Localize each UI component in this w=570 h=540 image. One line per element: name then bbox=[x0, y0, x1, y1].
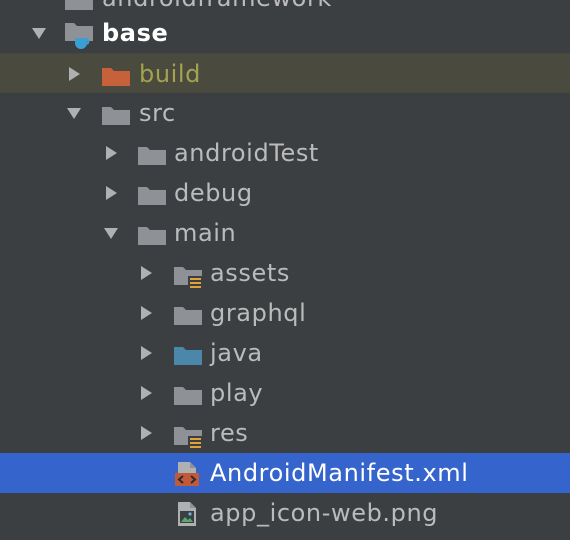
tree-label: src bbox=[139, 99, 176, 127]
tree-row-base[interactable]: base bbox=[0, 13, 570, 53]
chevron-right-icon[interactable] bbox=[103, 185, 119, 201]
tree-label: play bbox=[210, 379, 264, 407]
folder-icon bbox=[138, 187, 166, 205]
tree-row-src[interactable]: src bbox=[0, 93, 570, 133]
tree-label: base bbox=[102, 19, 169, 47]
tree-row-app-icon[interactable]: app_icon-web.png bbox=[0, 493, 570, 533]
tree-label: build bbox=[139, 60, 202, 88]
project-tree: androidframework base build src bbox=[0, 0, 570, 540]
chevron-right-icon[interactable] bbox=[138, 425, 154, 441]
folder-icon bbox=[65, 0, 93, 10]
tree-row-androidmanifest[interactable]: AndroidManifest.xml bbox=[0, 453, 570, 493]
tree-label: app_icon-web.png bbox=[210, 499, 439, 527]
chevron-right-icon[interactable] bbox=[66, 66, 82, 82]
resource-folder-icon bbox=[174, 267, 202, 290]
tree-row-java[interactable]: java bbox=[0, 333, 570, 373]
tree-row-androidtest[interactable]: androidTest bbox=[0, 133, 570, 173]
tree-label: androidTest bbox=[174, 139, 319, 167]
folder-icon bbox=[174, 307, 202, 325]
excluded-folder-icon bbox=[102, 68, 130, 86]
chevron-right-icon[interactable] bbox=[138, 305, 154, 321]
tree-label: res bbox=[210, 419, 249, 447]
chevron-right-icon[interactable] bbox=[138, 345, 154, 361]
tree-label: debug bbox=[174, 179, 253, 207]
tree-row-main[interactable]: main bbox=[0, 213, 570, 253]
image-file-icon bbox=[178, 502, 196, 526]
xml-file-icon bbox=[175, 462, 199, 486]
chevron-down-icon[interactable] bbox=[103, 225, 119, 241]
tree-label: assets bbox=[210, 259, 290, 287]
chevron-right-icon[interactable] bbox=[138, 385, 154, 401]
folder-icon bbox=[174, 387, 202, 405]
tree-row-debug[interactable]: debug bbox=[0, 173, 570, 213]
chevron-down-icon[interactable] bbox=[31, 25, 47, 41]
tree-label: main bbox=[174, 219, 237, 247]
tree-label: androidframework bbox=[102, 0, 332, 14]
folder-icon bbox=[138, 227, 166, 245]
tree-label: AndroidManifest.xml bbox=[210, 459, 469, 487]
tree-row-graphql[interactable]: graphql bbox=[0, 293, 570, 333]
module-folder-icon bbox=[65, 23, 93, 49]
resource-folder-icon bbox=[174, 427, 202, 450]
chevron-right-icon[interactable] bbox=[138, 265, 154, 281]
folder-icon bbox=[102, 107, 130, 125]
tree-row-build[interactable]: build bbox=[0, 53, 570, 93]
source-folder-icon bbox=[174, 347, 202, 365]
tree-label: java bbox=[210, 339, 263, 367]
tree-row-play[interactable]: play bbox=[0, 373, 570, 413]
tree-row-res[interactable]: res bbox=[0, 413, 570, 453]
tree-row-assets[interactable]: assets bbox=[0, 253, 570, 293]
tree-label: graphql bbox=[210, 299, 307, 327]
folder-icon bbox=[138, 147, 166, 165]
chevron-right-icon[interactable] bbox=[103, 145, 119, 161]
chevron-down-icon[interactable] bbox=[66, 105, 82, 121]
